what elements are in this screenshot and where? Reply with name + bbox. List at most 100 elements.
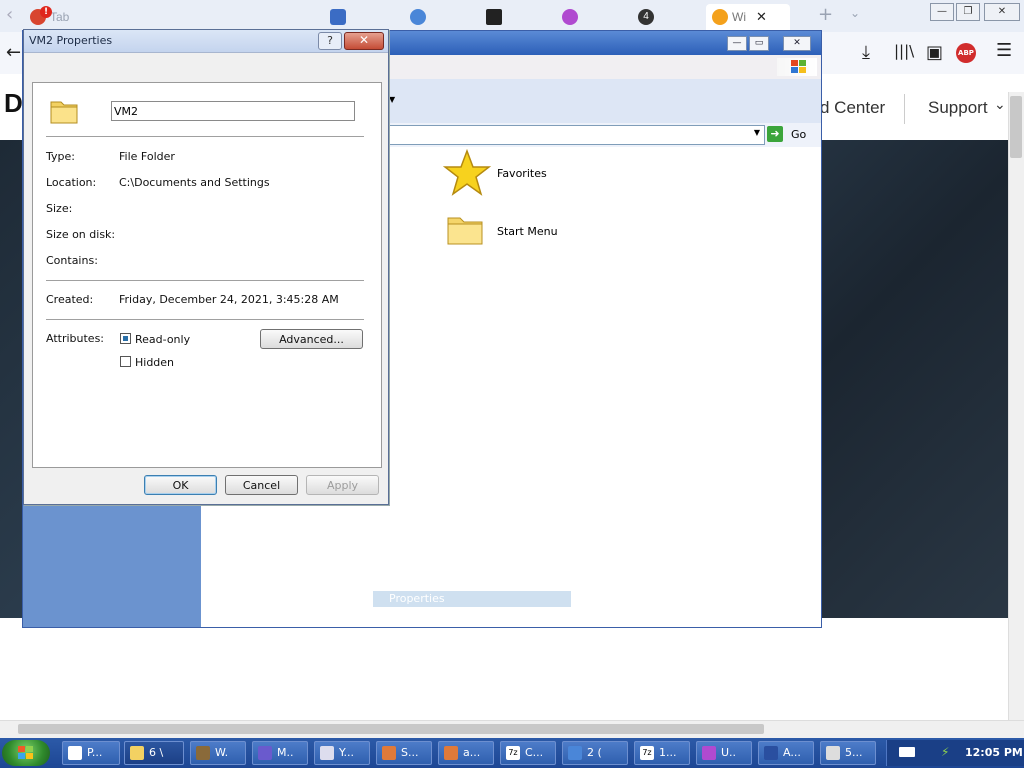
plus-icon <box>68 746 82 760</box>
item-label: Start Menu <box>497 225 558 238</box>
tab-shield[interactable] <box>330 4 346 30</box>
windows-logo-icon <box>18 746 34 760</box>
horizontal-scroll-thumb[interactable] <box>18 724 764 734</box>
list-item[interactable]: Start Menu <box>445 209 635 253</box>
taskbar-button[interactable]: 7z 1... <box>634 741 690 765</box>
taskbar-button[interactable]: 7z C... <box>500 741 556 765</box>
type-value: File Folder <box>119 150 175 163</box>
properties-dialog: VM2 Properties ? ✕ VM2 Type: File Folder… <box>23 29 389 505</box>
taskbar-button[interactable]: A... <box>758 741 814 765</box>
attributes-label: Attributes: <box>46 332 105 345</box>
restore-button[interactable]: ❐ <box>956 3 980 21</box>
nav-download-center[interactable]: d Center <box>820 98 885 118</box>
keyboard-icon[interactable] <box>899 747 915 757</box>
number-four-icon: 4 <box>638 9 654 25</box>
advanced-button[interactable]: Advanced... <box>260 329 363 349</box>
library-icon[interactable]: |||\ <box>894 42 914 60</box>
divider <box>46 319 364 320</box>
folder-icon <box>447 217 483 245</box>
nav-divider <box>904 94 905 124</box>
dialog-close-button[interactable]: ✕ <box>344 32 384 50</box>
folder-icon <box>50 101 78 124</box>
dialog-title-bar[interactable]: VM2 Properties ? ✕ <box>24 30 388 53</box>
app-icon <box>764 746 778 760</box>
go-arrow-icon[interactable]: ➜ <box>767 126 783 142</box>
taskbar-button[interactable]: S... <box>376 741 432 765</box>
adblock-icon[interactable]: ABP <box>956 43 976 63</box>
taskbar-button[interactable]: Y... <box>314 741 370 765</box>
taskbar-button[interactable]: W. <box>190 741 246 765</box>
taskbar-button[interactable]: 5... <box>820 741 876 765</box>
status-tooltip: Properties <box>373 591 571 607</box>
shield-icon <box>330 9 346 25</box>
cancel-button[interactable]: Cancel <box>225 475 298 495</box>
chevron-down-icon[interactable]: ⌄ <box>994 96 1006 113</box>
hidden-label[interactable]: Hidden <box>135 356 174 369</box>
start-button[interactable] <box>2 740 50 766</box>
download-icon[interactable]: ⤓ <box>862 42 870 63</box>
archive-icon <box>486 9 502 25</box>
tab-media[interactable] <box>562 4 578 30</box>
close-window-button[interactable]: ✕ <box>984 3 1020 21</box>
taskbar-button[interactable]: 2 ( <box>562 741 628 765</box>
tab-four[interactable]: 4 <box>638 4 654 30</box>
explorer-close-button[interactable]: ✕ <box>783 36 811 51</box>
readonly-label[interactable]: Read-only <box>135 333 190 346</box>
close-tab-icon[interactable]: ✕ <box>756 9 767 25</box>
general-tab-panel <box>32 82 382 468</box>
folder-name-input[interactable]: VM2 <box>111 101 355 121</box>
browser-tab-bar: ‹ Tab ! 4 Wi ✕ + ⌄ — ❐ ✕ <box>0 0 1024 32</box>
windows-logo-icon <box>777 58 817 76</box>
tab-web[interactable] <box>410 4 426 30</box>
scroll-tabs-left-icon[interactable]: ‹ <box>6 4 13 25</box>
tab-list-icon[interactable]: ⌄ <box>850 6 860 20</box>
globe-icon <box>410 9 426 25</box>
apply-button[interactable]: Apply <box>306 475 379 495</box>
taskbar-button[interactable]: U.. <box>696 741 752 765</box>
minimize-button[interactable]: — <box>930 3 954 21</box>
tab-archive[interactable] <box>486 4 502 30</box>
divider <box>46 280 364 281</box>
new-tab-button[interactable]: + <box>818 4 833 25</box>
taskbar-button[interactable]: M.. <box>252 741 308 765</box>
go-button[interactable]: Go <box>791 128 806 141</box>
app-icon <box>258 746 272 760</box>
explorer-minimize-button[interactable]: — <box>727 36 747 51</box>
disc-icon <box>562 9 578 25</box>
app-icon <box>444 746 458 760</box>
explorer-maximize-button[interactable]: ▭ <box>749 36 769 51</box>
site-icon <box>712 9 728 25</box>
address-input[interactable]: ▼ <box>389 125 765 145</box>
hidden-checkbox[interactable] <box>120 356 131 367</box>
taskbar-button[interactable]: P... <box>62 741 120 765</box>
divider <box>46 136 364 137</box>
location-value: C:\Documents and Settings <box>119 176 270 189</box>
list-item[interactable]: Favorites <box>443 149 633 196</box>
app-icon <box>568 746 582 760</box>
taskbar-button-active[interactable]: 6 \ <box>124 741 184 765</box>
help-button[interactable]: ? <box>318 32 342 50</box>
vertical-scrollbar[interactable] <box>1008 92 1024 720</box>
taskbar-button[interactable]: a... <box>438 741 494 765</box>
vertical-scroll-thumb[interactable] <box>1010 96 1022 158</box>
clock[interactable]: 12:05 PM <box>965 746 1023 759</box>
7zip-icon: 7z <box>640 746 654 760</box>
address-dropdown-icon[interactable]: ▼ <box>754 128 760 137</box>
nav-support[interactable]: Support <box>928 98 988 118</box>
tab-active[interactable]: Wi ✕ <box>706 4 790 30</box>
folder-icon <box>130 746 144 760</box>
toolbar-dropdown-icon[interactable]: ▼ <box>389 95 395 104</box>
back-icon[interactable]: ← <box>6 42 21 63</box>
ok-button[interactable]: OK <box>144 475 217 495</box>
dialog-title: VM2 Properties <box>29 34 113 47</box>
app-icon <box>196 746 210 760</box>
star-icon <box>443 149 491 196</box>
size-on-disk-label: Size on disk: <box>46 228 116 241</box>
readonly-checkbox[interactable] <box>120 333 131 344</box>
sidebar-icon[interactable]: ▣ <box>926 42 943 63</box>
notification-badge: ! <box>40 6 52 18</box>
menu-icon[interactable]: ☰ <box>996 40 1012 61</box>
network-icon[interactable]: ⚡ <box>941 745 955 759</box>
app-icon <box>826 746 840 760</box>
location-label: Location: <box>46 176 97 189</box>
